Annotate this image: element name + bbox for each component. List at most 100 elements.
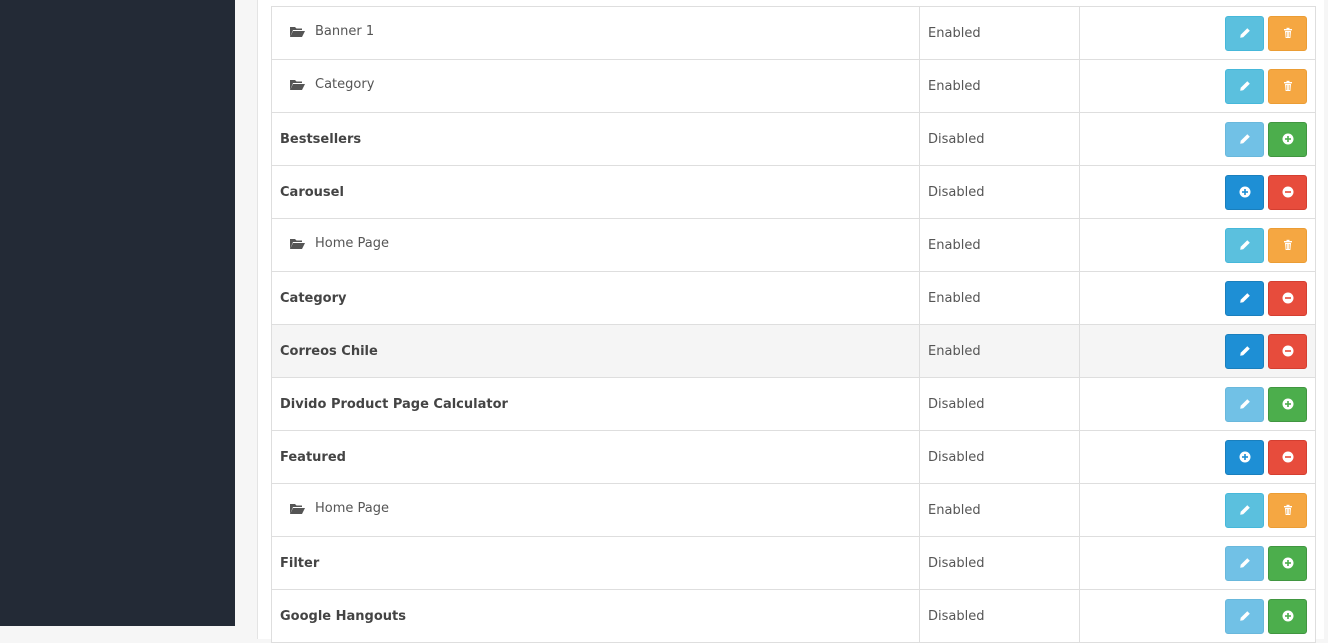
extension-name-cell: Divido Product Page Calculator [270, 377, 921, 431]
child-module: Home Page [280, 236, 389, 251]
status-text: Enabled [928, 78, 981, 94]
action-cell [1078, 536, 1317, 590]
install-button[interactable] [1268, 545, 1307, 581]
trash-icon [1282, 80, 1294, 92]
extension-name: Correos Chile [280, 343, 378, 359]
extension-name-cell: Category [270, 59, 921, 113]
table-row: Divido Product Page Calculator Disabled [270, 377, 1317, 431]
status-cell: Enabled [919, 271, 1080, 325]
plus-circle-icon [1282, 398, 1294, 410]
extension-name: Featured [280, 449, 346, 465]
status-cell: Enabled [919, 59, 1080, 113]
action-cell [1078, 112, 1317, 166]
uninstall-button[interactable] [1268, 439, 1307, 475]
extension-name-cell: Filter [270, 536, 921, 590]
status-text: Disabled [928, 396, 985, 412]
install-button[interactable] [1268, 386, 1307, 422]
minus-circle-icon [1282, 186, 1294, 198]
module-name: Category [315, 77, 375, 93]
status-text: Enabled [928, 25, 981, 41]
table-row: Home Page Enabled [270, 483, 1317, 537]
status-text: Enabled [928, 502, 981, 518]
uninstall-button[interactable] [1268, 333, 1307, 369]
extensions-table-body: Banner 1 Enabled Category Enabled Bestseller… [270, 6, 1317, 643]
extension-name-cell: Featured [270, 430, 921, 484]
extension-name-cell: Banner 1 [270, 6, 921, 60]
status-cell: Disabled [919, 536, 1080, 590]
status-text: Disabled [928, 131, 985, 147]
status-cell: Disabled [919, 112, 1080, 166]
extension-name: Bestsellers [280, 131, 362, 147]
status-text: Disabled [928, 555, 985, 571]
status-text: Enabled [928, 237, 981, 253]
add-button[interactable] [1225, 174, 1264, 210]
plus-circle-icon [1239, 451, 1251, 463]
pencil-icon [1239, 27, 1251, 39]
status-cell: Disabled [919, 589, 1080, 643]
child-module: Category [280, 77, 374, 92]
pencil-icon [1239, 398, 1251, 410]
pencil-icon [1239, 133, 1251, 145]
edit-button[interactable] [1225, 545, 1264, 581]
edit-button[interactable] [1225, 492, 1264, 528]
action-cell [1078, 589, 1317, 643]
action-cell [1078, 165, 1317, 219]
install-button[interactable] [1268, 598, 1307, 634]
edit-button[interactable] [1225, 227, 1264, 263]
extensions-table: Banner 1 Enabled Category Enabled Bestseller… [270, 6, 1317, 643]
extension-name-cell: Bestsellers [270, 112, 921, 166]
delete-button[interactable] [1268, 492, 1307, 528]
extension-name: Category [280, 290, 347, 306]
delete-button[interactable] [1268, 68, 1307, 104]
pencil-icon [1239, 292, 1251, 304]
status-cell: Enabled [919, 6, 1080, 60]
uninstall-button[interactable] [1268, 174, 1307, 210]
action-cell [1078, 377, 1317, 431]
extension-name-cell: Correos Chile [270, 324, 921, 378]
minus-circle-icon [1282, 292, 1294, 304]
minus-circle-icon [1282, 345, 1294, 357]
extension-name: Google Hangouts [280, 608, 406, 624]
pencil-icon [1239, 504, 1251, 516]
table-row: Category Enabled [270, 271, 1317, 325]
edit-button[interactable] [1225, 15, 1264, 51]
edit-button[interactable] [1225, 280, 1264, 316]
extension-name-cell: Home Page [270, 218, 921, 272]
extension-name-cell: Carousel [270, 165, 921, 219]
delete-button[interactable] [1268, 15, 1307, 51]
delete-button[interactable] [1268, 227, 1307, 263]
module-name: Home Page [315, 236, 389, 252]
action-cell [1078, 59, 1317, 113]
edit-button[interactable] [1225, 386, 1264, 422]
action-cell [1078, 218, 1317, 272]
status-text: Enabled [928, 290, 981, 306]
trash-icon [1282, 27, 1294, 39]
plus-circle-icon [1239, 186, 1251, 198]
install-button[interactable] [1268, 121, 1307, 157]
status-text: Disabled [928, 449, 985, 465]
sidebar [0, 0, 235, 626]
edit-button[interactable] [1225, 598, 1264, 634]
plus-circle-icon [1282, 557, 1294, 569]
table-row: Correos Chile Enabled [270, 324, 1317, 378]
uninstall-button[interactable] [1268, 280, 1307, 316]
module-name: Banner 1 [315, 24, 375, 40]
edit-button[interactable] [1225, 68, 1264, 104]
status-text: Disabled [928, 608, 985, 624]
folder-open-icon [290, 26, 305, 38]
module-name: Home Page [315, 501, 389, 517]
status-cell: Enabled [919, 483, 1080, 537]
edit-button[interactable] [1225, 121, 1264, 157]
status-text: Enabled [928, 343, 981, 359]
folder-open-icon [290, 79, 305, 91]
trash-icon [1282, 239, 1294, 251]
action-cell [1078, 271, 1317, 325]
extension-name-cell: Home Page [270, 483, 921, 537]
pencil-icon [1239, 345, 1251, 357]
folder-open-icon [290, 503, 305, 515]
trash-icon [1282, 504, 1294, 516]
plus-circle-icon [1282, 610, 1294, 622]
add-button[interactable] [1225, 439, 1264, 475]
edit-button[interactable] [1225, 333, 1264, 369]
table-row: Filter Disabled [270, 536, 1317, 590]
